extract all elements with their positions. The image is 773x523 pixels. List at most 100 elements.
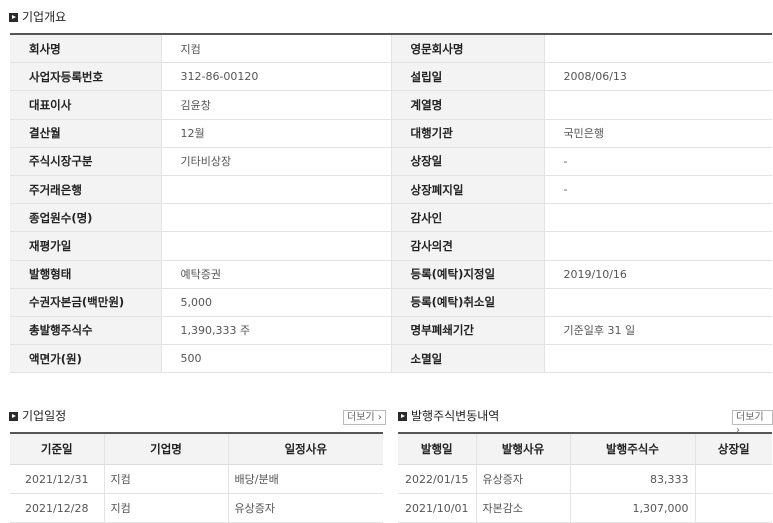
schedule-cell: 지컴 (103, 464, 228, 494)
overview-value: 500 (160, 344, 391, 374)
overview-label: 대행기관 (390, 119, 544, 148)
issuance-cell (694, 464, 772, 494)
overview-value: 국민은행 (543, 119, 772, 148)
overview-value: 예탁증권 (160, 260, 391, 289)
issuance-section-title: 발행주식변동내역 (398, 408, 499, 424)
issuance-title-text: 발행주식변동내역 (411, 409, 500, 423)
overview-label: 회사명 (10, 34, 161, 64)
issuance-column-header: 발행주식수 (569, 433, 695, 465)
overview-row: 주거래은행 상장폐지일 - (10, 175, 772, 205)
overview-row: 결산월 12월 대행기관 국민은행 (10, 119, 772, 148)
overview-row: 총발행주식수 1,390,333 주 명부폐쇄기간 기준일후 31 일 (10, 316, 772, 346)
overview-value: 기타비상장 (160, 147, 391, 176)
overview-label: 종업원수(명) (10, 203, 161, 233)
issuance-cell: 83,333 (569, 464, 695, 494)
issuance-cell (694, 493, 772, 523)
issuance-more-button[interactable]: 더보기 › (732, 410, 773, 436)
issuance-cell: 유상증자 (475, 464, 570, 494)
issuance-cell: 2022/01/15 (398, 464, 476, 494)
issuance-table-row: 2022/01/15 유상증자 83,333 (398, 464, 772, 494)
overview-label: 상장일 (390, 147, 544, 176)
overview-row: 사업자등록번호 312-86-00120 설립일 2008/06/13 (10, 62, 772, 92)
overview-label: 결산월 (10, 119, 161, 148)
overview-label: 계열명 (390, 90, 544, 120)
issuance-table-row: 2021/10/01 자본감소 1,307,000 (398, 493, 772, 523)
schedule-table-row: 2021/12/28 지컴 유상증자 (10, 493, 383, 523)
schedule-table-row: 2021/12/31 지컴 배당/분배 (10, 464, 383, 494)
schedule-cell: 지컴 (103, 493, 228, 523)
overview-value (543, 90, 772, 120)
overview-row: 대표이사 김윤창 계열명 (10, 90, 772, 120)
overview-value: 312-86-00120 (160, 62, 391, 92)
issuance-cell: 1,307,000 (569, 493, 695, 523)
schedule-column-header: 기업명 (103, 433, 228, 465)
overview-label: 감사의견 (390, 231, 544, 261)
overview-value: 12월 (160, 119, 391, 148)
schedule-cell: 배당/분배 (227, 464, 383, 494)
overview-title-text: 기업개요 (22, 10, 67, 24)
overview-label: 총발행주식수 (10, 316, 161, 346)
overview-label: 주식시장구분 (10, 147, 161, 176)
issuance-column-header: 상장일 (694, 433, 772, 465)
overview-section-title: 기업개요 (9, 9, 66, 25)
overview-label: 설립일 (390, 62, 544, 92)
overview-label: 감사인 (390, 203, 544, 233)
overview-label: 재평가일 (10, 231, 161, 261)
overview-value (543, 231, 772, 261)
issuance-column-header: 발행사유 (475, 433, 570, 465)
schedule-more-button[interactable]: 더보기 › (343, 410, 386, 425)
section-bullet-icon (9, 411, 18, 421)
company-overview-table: 회사명 지컴 영문회사명 사업자등록번호 312-86-00120 설립일 2008/06/… (10, 33, 772, 374)
overview-label: 수권자본금(백만원) (10, 288, 161, 317)
schedule-header-row: 기준일 기업명 일정사유 (10, 433, 383, 465)
schedule-cell: 2021/12/31 (10, 464, 104, 494)
overview-label: 사업자등록번호 (10, 62, 161, 92)
section-bullet-icon (9, 12, 18, 22)
overview-value (543, 34, 772, 64)
overview-row: 액면가(원) 500 소멸일 (10, 344, 772, 374)
issuance-cell: 2021/10/01 (398, 493, 476, 523)
overview-label: 등록(예탁)취소일 (390, 288, 544, 317)
overview-label: 영문회사명 (390, 34, 544, 64)
overview-value (160, 175, 391, 205)
issuance-table: 발행일 발행사유 발행주식수 상장일 2022/01/15 유상증자 83,333 2021… (398, 432, 772, 523)
chevron-right-icon: › (374, 412, 382, 423)
overview-label: 소멸일 (390, 344, 544, 374)
overview-value: 2008/06/13 (543, 62, 772, 92)
overview-row: 발행형태 예탁증권 등록(예탁)지정일 2019/10/16 (10, 260, 772, 289)
schedule-cell: 2021/12/28 (10, 493, 104, 523)
overview-value (543, 344, 772, 374)
overview-row: 주식시장구분 기타비상장 상장일 - (10, 147, 772, 176)
overview-value (160, 231, 391, 261)
overview-row: 회사명 지컴 영문회사명 (10, 34, 772, 64)
schedule-column-header: 기준일 (10, 433, 104, 465)
overview-value: - (543, 147, 772, 176)
overview-label: 대표이사 (10, 90, 161, 120)
schedule-title-text: 기업일정 (22, 409, 67, 423)
overview-label: 명부폐쇄기간 (390, 316, 544, 346)
schedule-column-header: 일정사유 (227, 433, 383, 465)
overview-value: 1,390,333 주 (160, 316, 391, 346)
overview-row: 수권자본금(백만원) 5,000 등록(예탁)취소일 (10, 288, 772, 317)
overview-label: 등록(예탁)지정일 (390, 260, 544, 289)
overview-label: 주거래은행 (10, 175, 161, 205)
schedule-cell: 유상증자 (227, 493, 383, 523)
overview-value (160, 203, 391, 233)
overview-value: 5,000 (160, 288, 391, 317)
overview-label: 상장폐지일 (390, 175, 544, 205)
overview-label: 발행형태 (10, 260, 161, 289)
overview-row: 종업원수(명) 감사인 (10, 203, 772, 233)
overview-value: 지컴 (160, 34, 391, 64)
schedule-table: 기준일 기업명 일정사유 2021/12/31 지컴 배당/분배 2021/12/28 지컴… (10, 432, 383, 523)
issuance-header-row: 발행일 발행사유 발행주식수 상장일 (398, 433, 772, 465)
section-bullet-icon (398, 411, 407, 421)
schedule-section-title: 기업일정 (9, 408, 66, 424)
issuance-column-header: 발행일 (398, 433, 476, 465)
overview-value: 2019/10/16 (543, 260, 772, 289)
overview-row: 재평가일 감사의견 (10, 231, 772, 261)
overview-label: 액면가(원) (10, 344, 161, 374)
overview-value: 김윤창 (160, 90, 391, 120)
overview-value: 기준일후 31 일 (543, 316, 772, 346)
overview-value (543, 203, 772, 233)
overview-value (543, 288, 772, 317)
